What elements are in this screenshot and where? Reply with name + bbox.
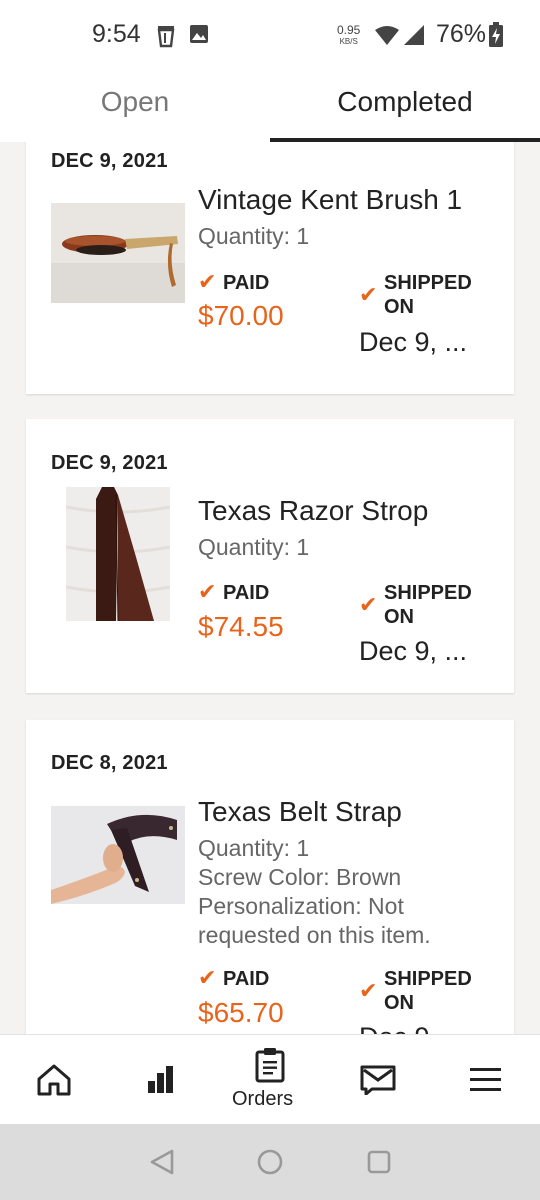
order-status-tabs: Open Completed: [0, 70, 540, 142]
item-variation: Screw Color: Brown: [198, 864, 402, 890]
battery-charging-icon: [489, 22, 503, 47]
nav-stats[interactable]: [128, 1035, 196, 1125]
trash-notification-icon: [157, 26, 175, 48]
order-date: DEC 9, 2021: [51, 150, 168, 172]
checkmark-icon: ✔: [198, 965, 217, 990]
network-speed: 0.95 KB/S: [337, 23, 361, 46]
product-image-belt-strap: [51, 806, 185, 904]
shipped-status: ✔ SHIPPED ON: [359, 582, 472, 628]
item-title[interactable]: Vintage Kent Brush 1: [198, 184, 462, 216]
nav-messages[interactable]: [344, 1035, 412, 1125]
nav-orders-label: Orders: [232, 1088, 294, 1110]
item-quantity: Quantity: 1: [198, 534, 310, 560]
bottom-navigation: Orders: [0, 1034, 540, 1124]
ship-date: Dec 9, ...: [359, 327, 468, 357]
order-card[interactable]: DEC 9, 2021 Texas Razor Strop Quantity: …: [26, 419, 514, 693]
order-price: $65.70: [198, 997, 284, 1028]
order-card[interactable]: DEC 8, 2021 Texas Belt Strap Quantity: 1…: [26, 720, 514, 1034]
orders-list[interactable]: DEC 9, 2021 Vintage Kent Brush 1 Quantit…: [0, 142, 540, 1034]
hamburger-menu-icon: [470, 1068, 501, 1091]
item-quantity: Quantity: 1: [198, 835, 310, 861]
ship-date: Dec 9, ...: [359, 1022, 467, 1034]
back-icon[interactable]: [148, 1148, 176, 1176]
shipped-status: ✔ SHIPPED ON: [359, 272, 472, 318]
checkmark-icon: ✔: [198, 579, 217, 604]
order-date: DEC 9, 2021: [51, 452, 168, 474]
order-card[interactable]: DEC 9, 2021 Vintage Kent Brush 1 Quantit…: [26, 142, 514, 394]
home-circle-icon[interactable]: [256, 1148, 284, 1176]
ship-date: Dec 9, ...: [359, 636, 468, 666]
tab-completed[interactable]: Completed: [270, 70, 540, 142]
wifi-icon: [375, 26, 399, 45]
product-image-strop: [66, 487, 170, 621]
paid-status: ✔ PAID: [198, 579, 270, 605]
checkmark-icon: ✔: [359, 282, 378, 307]
battery-percentage: 76%: [436, 20, 487, 48]
item-personalization-cont: requested on this item.: [198, 922, 431, 948]
nav-home[interactable]: [20, 1035, 88, 1125]
checkmark-icon: ✔: [198, 269, 217, 294]
item-title[interactable]: Texas Belt Strap: [198, 796, 402, 828]
bar-chart-icon: [148, 1066, 173, 1093]
shipped-status: ✔ SHIPPED ON: [359, 968, 472, 1014]
home-icon: [37, 1064, 71, 1096]
checkmark-icon: ✔: [359, 592, 378, 617]
clipboard-icon: [255, 1048, 285, 1083]
item-title[interactable]: Texas Razor Strop: [198, 495, 428, 527]
image-notification-icon: [190, 25, 208, 43]
product-image-brush: [51, 203, 185, 303]
checkmark-icon: ✔: [359, 978, 378, 1003]
item-quantity: Quantity: 1: [198, 223, 310, 249]
order-price: $70.00: [198, 300, 284, 331]
clock: 9:54: [92, 20, 141, 48]
order-date: DEC 8, 2021: [51, 752, 168, 774]
nav-menu[interactable]: [452, 1035, 520, 1125]
cell-signal-icon: [404, 25, 424, 45]
paid-status: ✔ PAID: [198, 965, 270, 991]
status-bar: 9:54 0.95 KB/S 76%: [0, 0, 540, 70]
order-price: $74.55: [198, 611, 284, 642]
paid-status: ✔ PAID: [198, 269, 270, 295]
system-navigation-bar: [0, 1124, 540, 1200]
tab-open[interactable]: Open: [0, 70, 270, 142]
nav-orders[interactable]: Orders: [228, 1035, 312, 1125]
recents-icon[interactable]: [365, 1148, 393, 1176]
item-personalization: Personalization: Not: [198, 893, 404, 919]
envelope-icon: [360, 1065, 396, 1095]
